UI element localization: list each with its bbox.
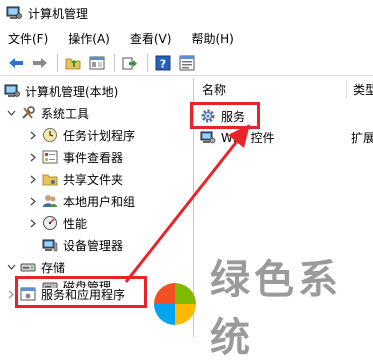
- windows-logo-icon: [152, 281, 198, 330]
- watermark-text: 绿色系统: [210, 257, 342, 361]
- watermark: 绿色系统: [152, 257, 373, 361]
